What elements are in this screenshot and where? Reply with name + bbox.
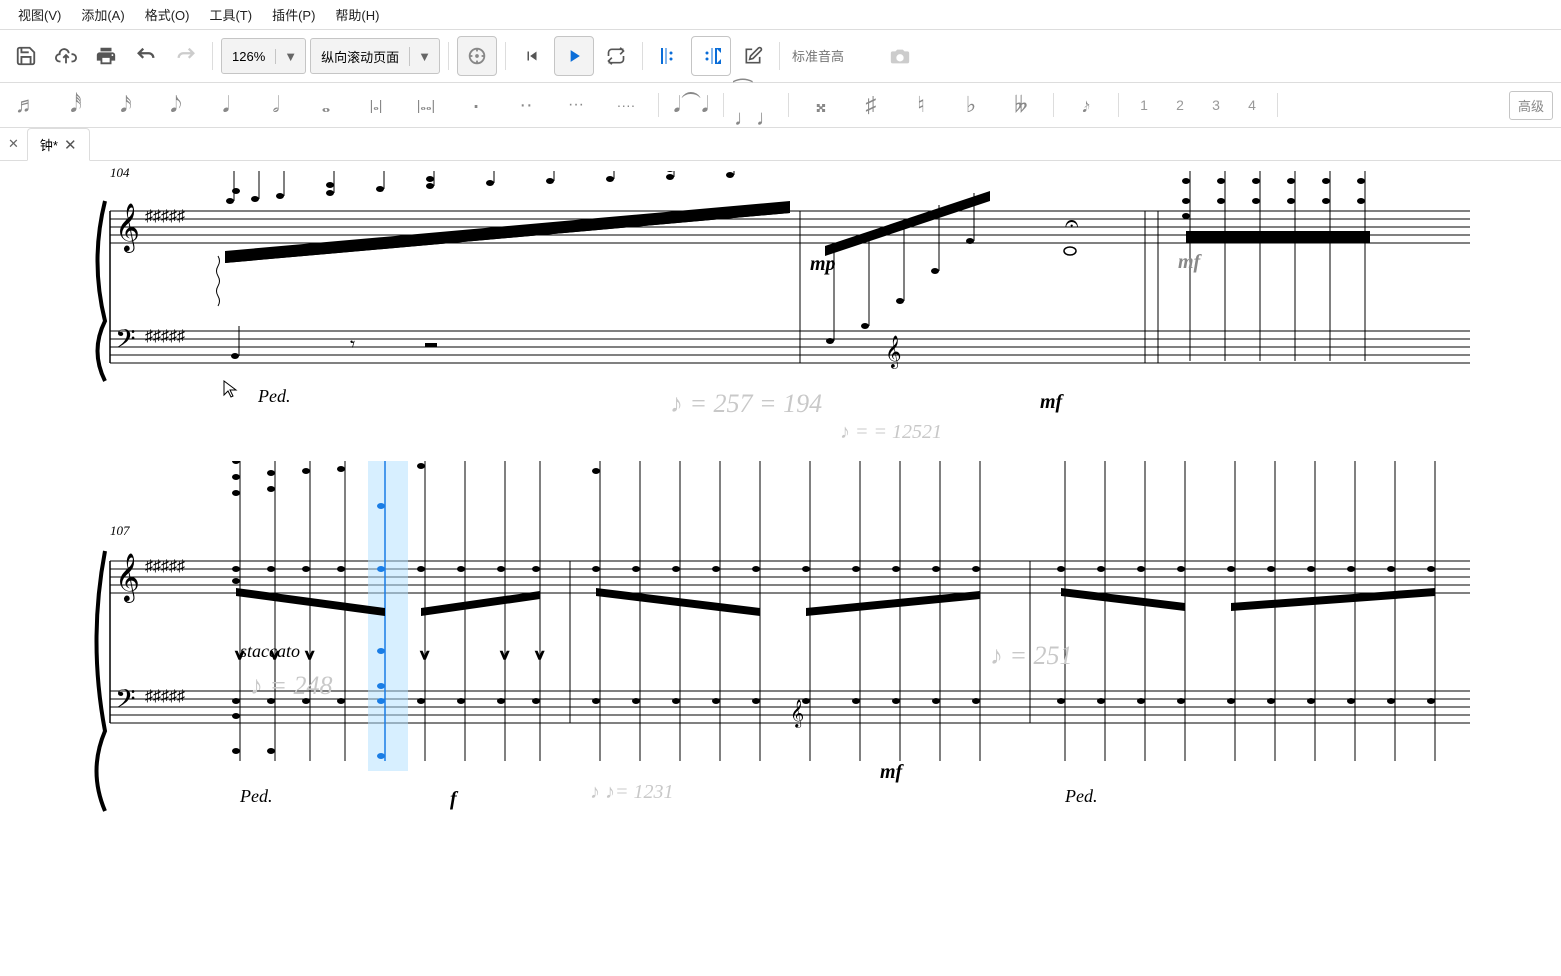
main-toolbar: 126% ▼ 纵向滚动页面 ▼: [0, 30, 1561, 83]
double-dot-button[interactable]: ··: [508, 89, 544, 121]
svg-text:𝄞: 𝄞: [790, 700, 804, 728]
tempo-overlay-3: ♪ = 248: [250, 671, 333, 701]
repeat-start-button[interactable]: [651, 38, 687, 74]
note-breve[interactable]: |𝅝|: [358, 89, 394, 121]
dynamic-mf-2: mf: [1178, 251, 1200, 274]
note-8th[interactable]: 𝅘𝅥𝅮: [158, 89, 194, 121]
dot-button[interactable]: ·: [458, 89, 494, 121]
svg-text:˅: ˅: [500, 648, 509, 665]
panel-close[interactable]: ✕: [0, 132, 27, 156]
zoom-combo[interactable]: 126% ▼: [221, 38, 306, 74]
tab-document[interactable]: 钟* ✕: [27, 128, 90, 161]
svg-text:˅: ˅: [420, 648, 429, 665]
triple-dot-button[interactable]: ···: [558, 89, 594, 121]
note-quarter[interactable]: 𝅘𝅥: [208, 89, 244, 121]
zoom-value: 126%: [222, 49, 276, 64]
undo-button[interactable]: [128, 38, 164, 74]
rewind-button[interactable]: [514, 38, 550, 74]
camera-button[interactable]: [882, 38, 918, 74]
menu-add[interactable]: 添加(A): [71, 3, 134, 26]
tie-button[interactable]: 𝅘𝅥⁀𝅘𝅥: [673, 89, 709, 121]
voice-4[interactable]: 4: [1241, 97, 1263, 113]
voice-2[interactable]: 2: [1169, 97, 1191, 113]
slur-button[interactable]: ⁀♩♩: [738, 89, 774, 121]
chevron-down-icon: ▼: [410, 49, 439, 64]
tab-close-icon[interactable]: ✕: [64, 136, 77, 154]
page-mode-combo[interactable]: 纵向滚动页面 ▼: [310, 38, 440, 74]
menu-tools[interactable]: 工具(T): [199, 3, 262, 26]
svg-text:♯♯♯♯♯: ♯♯♯♯♯: [145, 328, 185, 345]
tempo-overlay-4: ♪ = 251: [990, 641, 1073, 671]
grace-note-button[interactable]: 𝆔: [1068, 89, 1104, 121]
svg-text:𝄐: 𝄐: [1065, 210, 1078, 237]
dynamic-mf: mf: [1040, 391, 1062, 414]
svg-text:𝄞: 𝄞: [115, 553, 140, 603]
sharp-button[interactable]: ♯: [853, 89, 889, 121]
save-button[interactable]: [8, 38, 44, 74]
redo-button[interactable]: [168, 38, 204, 74]
menu-help[interactable]: 帮助(H): [325, 3, 389, 26]
dynamic-mf-3: mf: [880, 761, 902, 784]
tempo-overlay-2: ♪ = = 12521: [840, 421, 942, 444]
natural-button[interactable]: ♮: [903, 89, 939, 121]
note-half[interactable]: 𝅗𝅥: [258, 89, 294, 121]
note-64th[interactable]: ♬: [8, 89, 44, 121]
quad-dot-button[interactable]: ····: [608, 89, 644, 121]
metronome-button[interactable]: [457, 36, 497, 76]
svg-text:˅: ˅: [535, 648, 544, 665]
svg-text:♯♯♯♯♯: ♯♯♯♯♯: [145, 558, 185, 575]
staccato-text: staccato: [240, 641, 300, 662]
repeat-end-button[interactable]: [691, 36, 731, 76]
voice-1[interactable]: 1: [1133, 97, 1155, 113]
voice-3[interactable]: 3: [1205, 97, 1227, 113]
svg-text:♯♯♯♯♯: ♯♯♯♯♯: [145, 208, 185, 225]
print-button[interactable]: [88, 38, 124, 74]
double-flat-button[interactable]: 𝄫: [1003, 89, 1039, 121]
pitch-input[interactable]: [788, 45, 878, 68]
note-longa[interactable]: |𝅝𝅝|: [408, 89, 444, 121]
pedal-mark-1: Ped.: [258, 386, 290, 407]
menu-bar: 视图(V) 添加(A) 格式(O) 工具(T) 插件(P) 帮助(H): [0, 0, 1561, 30]
note-16th[interactable]: 𝅘𝅥𝅯: [108, 89, 144, 121]
cloud-upload-button[interactable]: [48, 38, 84, 74]
note-toolbar: ♬ 𝅘𝅥𝅰 𝅘𝅥𝅯 𝅘𝅥𝅮 𝅘𝅥 𝅗𝅥 𝅝 |𝅝| |𝅝𝅝| · ·· ··· …: [0, 83, 1561, 128]
play-button[interactable]: [554, 36, 594, 76]
edit-button[interactable]: [735, 38, 771, 74]
page-mode-value: 纵向滚动页面: [311, 47, 410, 66]
tab-label: 钟*: [40, 135, 58, 154]
cursor-icon: [222, 379, 242, 399]
menu-format[interactable]: 格式(O): [135, 3, 200, 26]
svg-text:𝄢: 𝄢: [115, 324, 136, 360]
note-whole[interactable]: 𝅝: [308, 89, 344, 121]
svg-text:𝄞: 𝄞: [115, 203, 140, 253]
score-canvas[interactable]: 104 𝄞 𝄢 ♯♯♯♯♯ ♯♯♯♯♯: [0, 161, 1561, 961]
svg-text:𝄢: 𝄢: [115, 684, 136, 720]
chevron-down-icon: ▼: [276, 49, 305, 64]
svg-text:˅: ˅: [305, 648, 314, 665]
tempo-overlay-5: ♪ ♪= 1231: [590, 781, 674, 804]
tempo-overlay-1: ♪ = 257 = 194: [670, 389, 822, 419]
advanced-button[interactable]: 高级: [1509, 91, 1553, 120]
dynamic-f: f: [450, 788, 457, 811]
staff-system-2: 𝄞 𝄢 ♯♯♯♯♯ ♯♯♯♯♯: [10, 461, 1470, 891]
pedal-mark-2: Ped.: [240, 786, 272, 807]
pedal-mark-3: Ped.: [1065, 786, 1097, 807]
menu-view[interactable]: 视图(V): [8, 3, 71, 26]
note-32nd[interactable]: 𝅘𝅥𝅰: [58, 89, 94, 121]
svg-text:𝄞: 𝄞: [885, 336, 902, 369]
svg-text:𝄾: 𝄾: [350, 334, 355, 356]
flat-button[interactable]: ♭: [953, 89, 989, 121]
loop-button[interactable]: [598, 38, 634, 74]
svg-text:♯♯♯♯♯: ♯♯♯♯♯: [145, 688, 185, 705]
menu-plugins[interactable]: 插件(P): [262, 3, 325, 26]
double-sharp-button[interactable]: 𝄪: [803, 89, 839, 121]
dynamic-mp: mp: [810, 253, 836, 276]
tab-bar: ✕ 钟* ✕: [0, 128, 1561, 161]
